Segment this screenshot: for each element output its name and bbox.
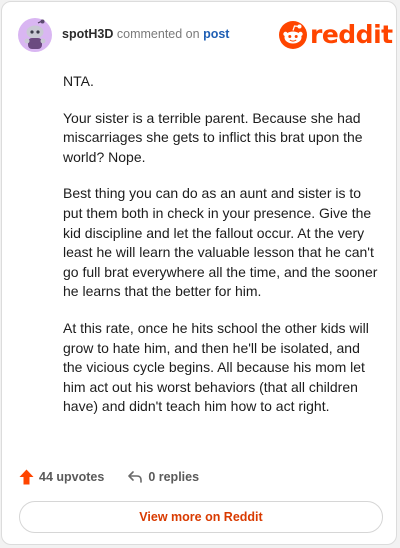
replies-control[interactable]: 0 replies [127,470,199,484]
post-link[interactable]: post [203,27,229,41]
comment-footer: 44 upvotes 0 replies [19,469,199,485]
view-more-button[interactable]: View more on Reddit [19,501,383,533]
reddit-snoo-icon [279,21,307,49]
comment-paragraph: At this rate, once he hits school the ot… [63,319,369,415]
reply-arrow-icon [128,471,143,483]
reddit-wordmark: reddit [310,20,393,49]
comment-paragraph: Your sister is a terrible parent. Becaus… [63,109,363,165]
comment-header: spotH3D commented on post [62,27,229,41]
comment-card: spotH3D commented on post reddit NTA. Yo… [1,1,397,545]
user-avatar[interactable] [18,18,52,52]
reddit-logo[interactable]: reddit [279,20,393,50]
comment-paragraph: Best thing you can do as an aunt and sis… [63,185,378,300]
username-link[interactable]: spotH3D [62,27,113,41]
upvote-control[interactable]: 44 upvotes [19,469,104,485]
upvote-arrow-icon[interactable] [19,469,34,485]
comment-paragraph: NTA. [63,73,94,89]
upvote-count: 44 upvotes [39,470,105,484]
avatar-snoo-icon [18,18,52,52]
action-text: commented on [116,27,200,41]
comment-body: NTA. Your sister is a terrible parent. B… [63,72,381,434]
reply-count: 0 replies [148,470,200,484]
